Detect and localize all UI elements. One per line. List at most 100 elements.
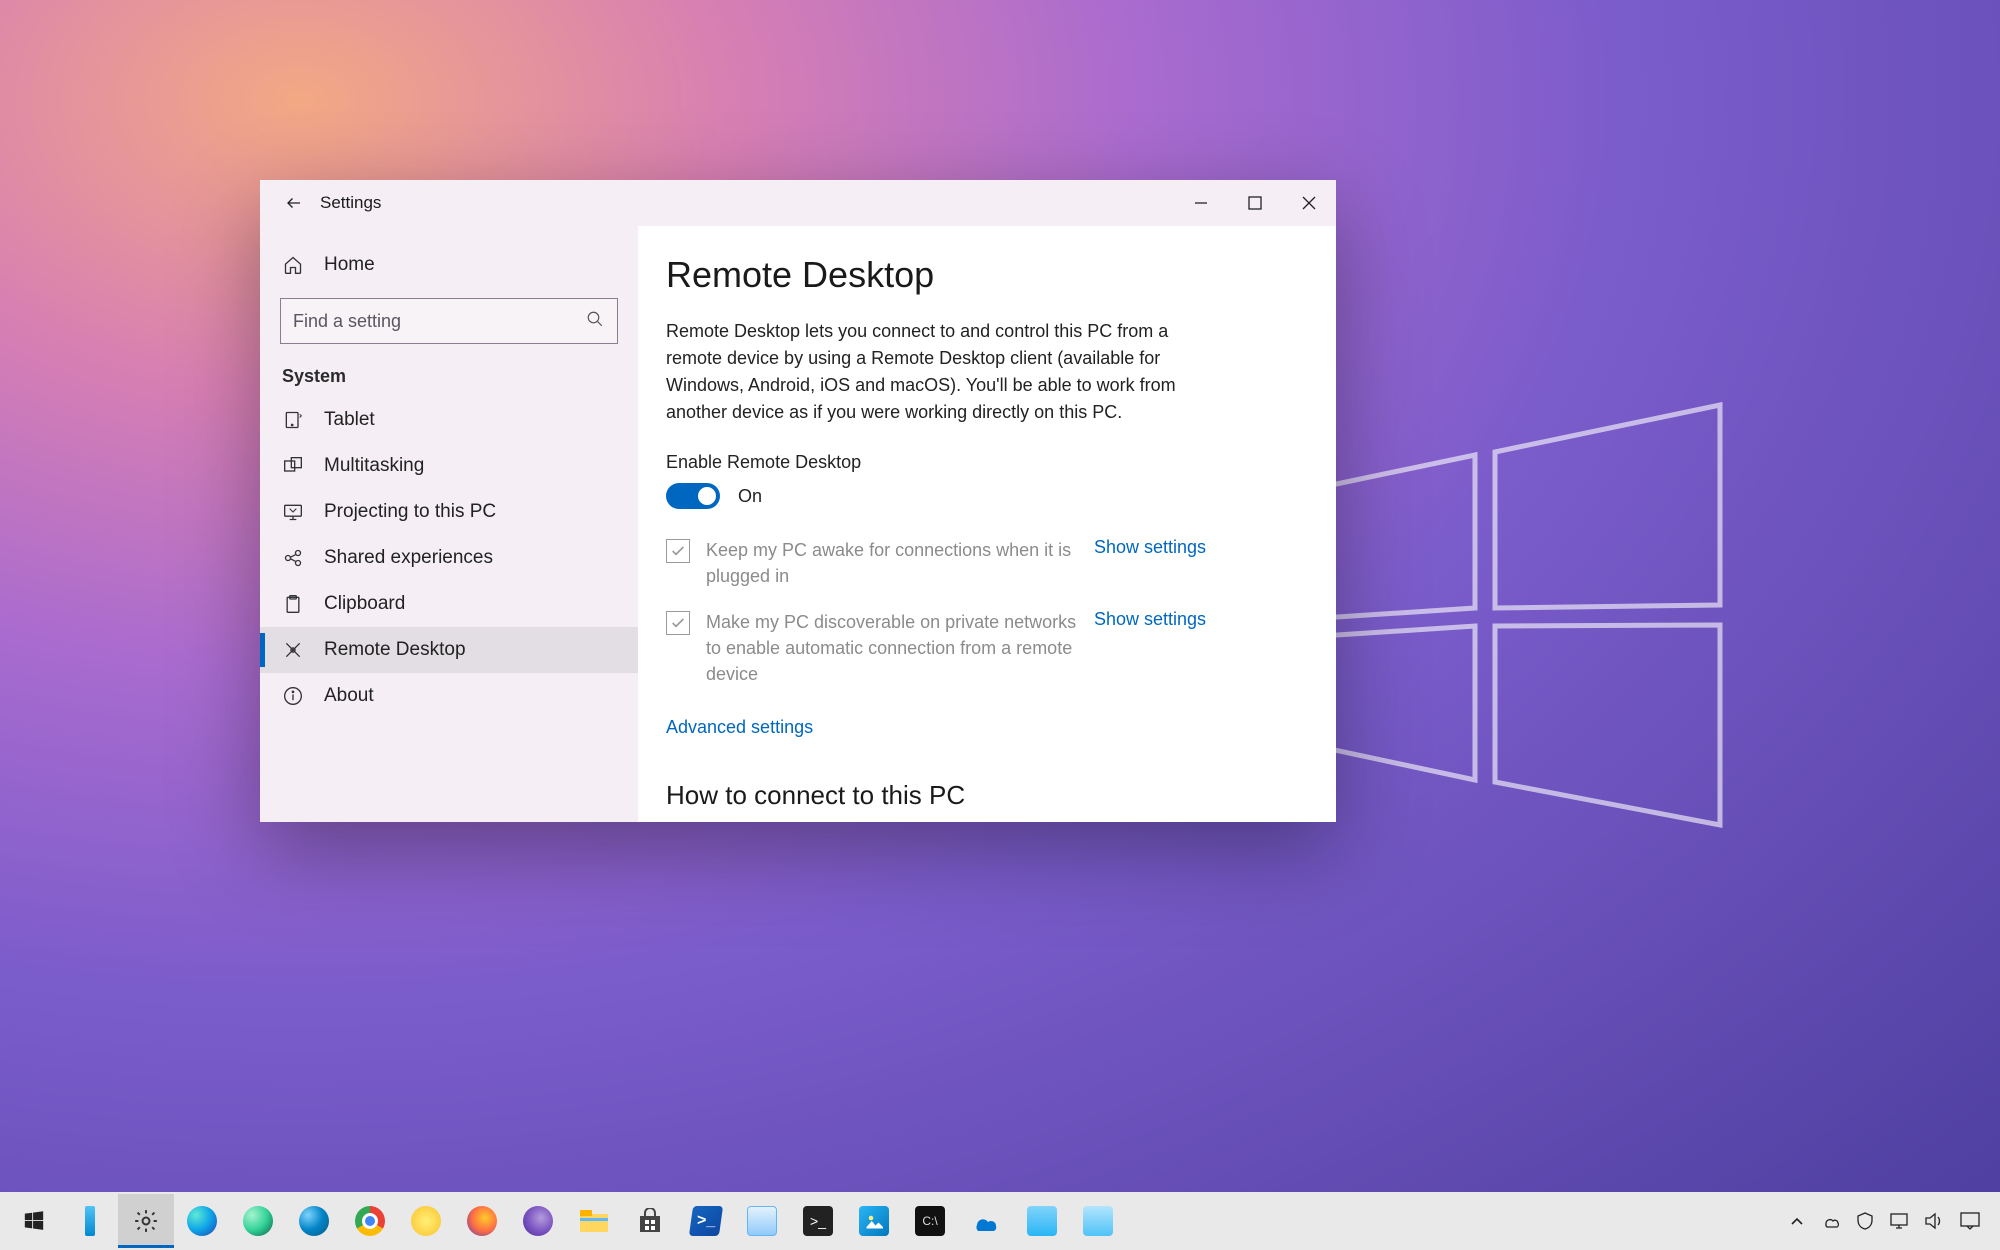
gear-icon bbox=[133, 1208, 159, 1234]
taskbar-chrome[interactable] bbox=[342, 1194, 398, 1248]
firefox-icon bbox=[467, 1206, 497, 1236]
projecting-icon bbox=[282, 501, 304, 523]
multitasking-icon bbox=[282, 455, 304, 477]
advanced-settings-link[interactable]: Advanced settings bbox=[666, 717, 813, 738]
taskbar-powershell[interactable]: >_ bbox=[678, 1194, 734, 1248]
main-pane: Remote Desktop Remote Desktop lets you c… bbox=[638, 226, 1336, 822]
sidebar-item-multitasking[interactable]: Multitasking bbox=[260, 443, 638, 489]
enable-remote-desktop-toggle[interactable] bbox=[666, 483, 720, 509]
taskbar-edge-dev[interactable] bbox=[230, 1194, 286, 1248]
tablet-icon bbox=[282, 409, 304, 431]
page-title: Remote Desktop bbox=[666, 254, 1296, 296]
generic-app-icon bbox=[1027, 1206, 1057, 1236]
checkmark-icon bbox=[670, 615, 686, 631]
shield-icon bbox=[1856, 1212, 1874, 1230]
tray-overflow[interactable] bbox=[1782, 1194, 1812, 1248]
taskbar: >_ >_ C:\ bbox=[0, 1192, 2000, 1250]
sidebar-section-label: System bbox=[260, 358, 638, 397]
discoverable-text: Make my PC discoverable on private netwo… bbox=[706, 609, 1078, 687]
sidebar-item-tablet[interactable]: Tablet bbox=[260, 397, 638, 443]
terminal-icon: >_ bbox=[803, 1206, 833, 1236]
edge-dev-icon bbox=[243, 1206, 273, 1236]
how-to-connect-heading: How to connect to this PC bbox=[666, 780, 1296, 811]
taskbar-settings-app[interactable] bbox=[118, 1194, 174, 1248]
chevron-up-icon bbox=[1790, 1214, 1804, 1228]
system-tray bbox=[1782, 1194, 1994, 1248]
notepad-icon bbox=[747, 1206, 777, 1236]
chrome-canary-icon bbox=[411, 1206, 441, 1236]
taskbar-photos[interactable] bbox=[846, 1194, 902, 1248]
window-title: Settings bbox=[320, 193, 381, 213]
maximize-button[interactable] bbox=[1228, 180, 1282, 226]
sidebar-home[interactable]: Home bbox=[260, 242, 638, 288]
settings-window: Settings Home System Tablet M bbox=[260, 180, 1336, 822]
tray-cloud[interactable] bbox=[1816, 1194, 1846, 1248]
taskbar-file-explorer[interactable] bbox=[566, 1194, 622, 1248]
cloud-icon bbox=[1821, 1214, 1841, 1228]
sidebar: Home System Tablet Multitasking Projecti… bbox=[260, 226, 638, 822]
page-description: Remote Desktop lets you connect to and c… bbox=[666, 318, 1196, 426]
generic-app-icon bbox=[1083, 1206, 1113, 1236]
sidebar-item-projecting[interactable]: Projecting to this PC bbox=[260, 489, 638, 535]
start-button[interactable] bbox=[6, 1194, 62, 1248]
taskbar-cortana[interactable] bbox=[62, 1194, 118, 1248]
sidebar-item-label: Clipboard bbox=[324, 593, 405, 615]
taskbar-store[interactable] bbox=[622, 1194, 678, 1248]
store-icon bbox=[637, 1208, 663, 1234]
discoverable-show-settings-link[interactable]: Show settings bbox=[1094, 609, 1206, 630]
taskbar-edge[interactable] bbox=[174, 1194, 230, 1248]
sidebar-item-label: Multitasking bbox=[324, 455, 424, 477]
sidebar-item-clipboard[interactable]: Clipboard bbox=[260, 581, 638, 627]
tray-network[interactable] bbox=[1884, 1194, 1914, 1248]
volume-icon bbox=[1924, 1212, 1942, 1230]
cmd-icon: C:\ bbox=[915, 1206, 945, 1236]
back-button[interactable] bbox=[274, 194, 314, 212]
sidebar-item-label: About bbox=[324, 685, 374, 707]
powershell-icon: >_ bbox=[689, 1206, 723, 1236]
cortana-icon bbox=[85, 1206, 95, 1236]
edge-canary-icon bbox=[299, 1206, 329, 1236]
search-wrap bbox=[260, 288, 638, 358]
discoverable-row: Make my PC discoverable on private netwo… bbox=[666, 609, 1206, 687]
tray-action-center[interactable] bbox=[1952, 1194, 1988, 1248]
edge-icon bbox=[187, 1206, 217, 1236]
titlebar[interactable]: Settings bbox=[260, 180, 1336, 226]
sidebar-item-about[interactable]: About bbox=[260, 673, 638, 719]
enable-remote-desktop-label: Enable Remote Desktop bbox=[666, 452, 1296, 473]
taskbar-firefox[interactable] bbox=[454, 1194, 510, 1248]
taskbar-notepad[interactable] bbox=[734, 1194, 790, 1248]
taskbar-app-1[interactable] bbox=[1014, 1194, 1070, 1248]
sidebar-item-shared-experiences[interactable]: Shared experiences bbox=[260, 535, 638, 581]
tray-volume[interactable] bbox=[1918, 1194, 1948, 1248]
keep-awake-text: Keep my PC awake for connections when it… bbox=[706, 537, 1078, 589]
sidebar-item-remote-desktop[interactable]: Remote Desktop bbox=[260, 627, 638, 673]
photos-icon bbox=[859, 1206, 889, 1236]
shared-experiences-icon bbox=[282, 547, 304, 569]
checkmark-icon bbox=[670, 543, 686, 559]
enable-remote-desktop-toggle-row: On bbox=[666, 483, 1296, 509]
sidebar-item-label: Tablet bbox=[324, 409, 375, 431]
taskbar-terminal[interactable]: >_ bbox=[790, 1194, 846, 1248]
taskbar-chrome-canary[interactable] bbox=[398, 1194, 454, 1248]
keep-awake-checkbox[interactable] bbox=[666, 539, 690, 563]
onedrive-icon bbox=[971, 1211, 1001, 1231]
taskbar-onedrive[interactable] bbox=[958, 1194, 1014, 1248]
sidebar-item-label: Remote Desktop bbox=[324, 639, 466, 661]
firefox-dev-icon bbox=[523, 1206, 553, 1236]
keep-awake-show-settings-link[interactable]: Show settings bbox=[1094, 537, 1206, 558]
taskbar-cmd[interactable]: C:\ bbox=[902, 1194, 958, 1248]
toggle-state-label: On bbox=[738, 486, 762, 507]
minimize-icon bbox=[1194, 196, 1208, 210]
discoverable-checkbox[interactable] bbox=[666, 611, 690, 635]
search-input[interactable] bbox=[280, 298, 618, 344]
sidebar-home-label: Home bbox=[324, 254, 375, 276]
tray-security[interactable] bbox=[1850, 1194, 1880, 1248]
taskbar-firefox-dev[interactable] bbox=[510, 1194, 566, 1248]
notification-icon bbox=[1960, 1212, 1980, 1230]
close-button[interactable] bbox=[1282, 180, 1336, 226]
file-explorer-icon bbox=[579, 1208, 609, 1234]
minimize-button[interactable] bbox=[1174, 180, 1228, 226]
taskbar-app-2[interactable] bbox=[1070, 1194, 1126, 1248]
search-icon bbox=[586, 310, 604, 328]
taskbar-edge-canary[interactable] bbox=[286, 1194, 342, 1248]
